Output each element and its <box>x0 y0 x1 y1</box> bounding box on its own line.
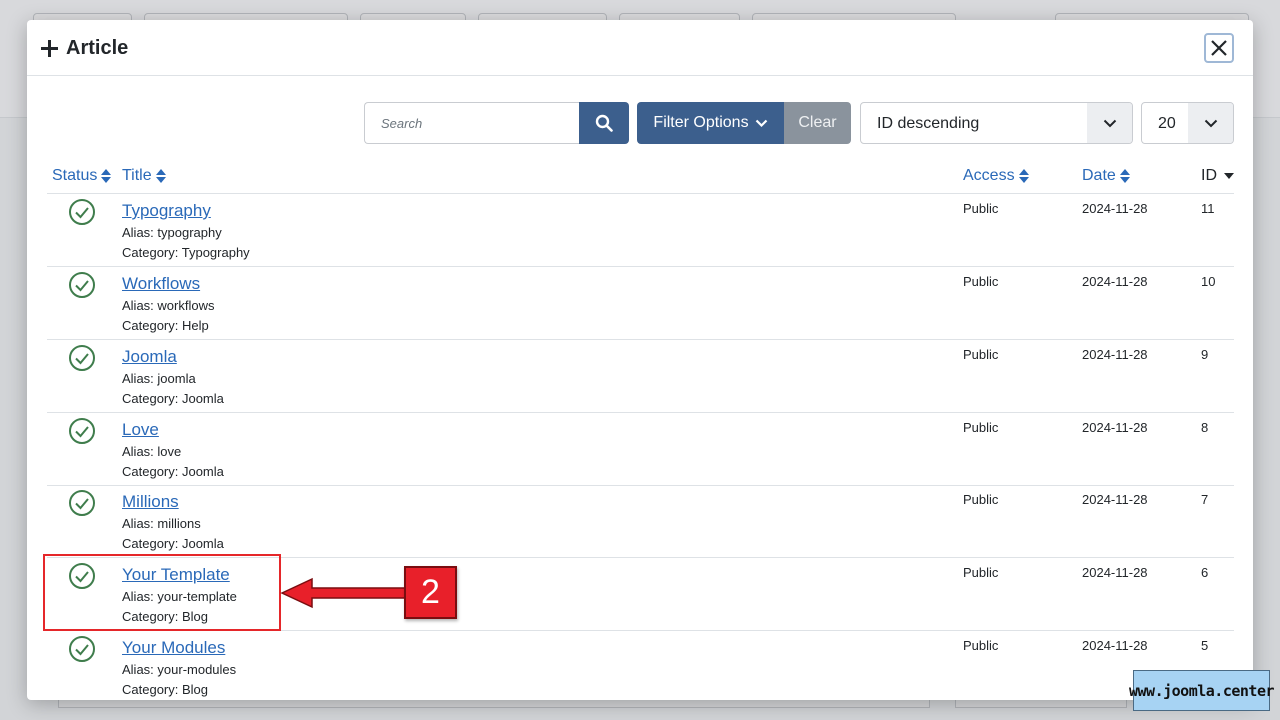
table-row: Love Alias: love Category: Joomla Public… <box>47 413 1234 486</box>
search-button[interactable] <box>579 102 629 144</box>
article-category: Category: Help <box>122 318 209 333</box>
article-access: Public <box>963 638 999 653</box>
article-title-link[interactable]: Love <box>122 420 159 440</box>
article-category: Category: Joomla <box>122 536 224 551</box>
article-id: 9 <box>1201 347 1209 362</box>
article-alias: Alias: joomla <box>122 371 196 386</box>
column-header-status-label: Status <box>52 167 98 184</box>
sort-select[interactable]: ID descending <box>860 102 1133 144</box>
watermark-logo: www.joomla.center <box>1129 670 1275 711</box>
article-alias: Alias: love <box>122 444 182 459</box>
column-header-date[interactable]: Date <box>1082 167 1130 185</box>
chevron-down-icon <box>755 119 767 127</box>
article-access: Public <box>963 420 999 435</box>
modal-header: Article <box>27 20 1253 76</box>
sort-select-arrow <box>1087 103 1132 143</box>
column-header-date-label: Date <box>1082 167 1116 184</box>
modal-title: Article <box>41 35 128 61</box>
plus-icon <box>41 39 58 57</box>
article-category: Category: Joomla <box>122 464 224 479</box>
published-check-icon[interactable] <box>68 635 96 663</box>
search-icon <box>595 114 613 132</box>
article-title-link[interactable]: Millions <box>122 492 179 512</box>
published-check-icon[interactable] <box>68 489 96 517</box>
modal-title-text: Article <box>66 36 129 59</box>
sort-icon <box>1119 169 1130 183</box>
table-row: Joomla Alias: joomla Category: Joomla Pu… <box>47 340 1234 413</box>
search-group <box>364 102 629 144</box>
clear-button[interactable]: Clear <box>784 102 851 144</box>
annotation-arrow-icon <box>280 577 407 609</box>
article-access: Public <box>963 201 999 216</box>
sort-icon <box>1018 169 1029 183</box>
published-check-icon[interactable] <box>68 417 96 445</box>
article-date: 2024-11-28 <box>1082 274 1148 289</box>
article-id: 11 <box>1201 201 1215 216</box>
table-row: Your Modules Alias: your-modules Categor… <box>47 631 1234 700</box>
table-row: Millions Alias: millions Category: Jooml… <box>47 485 1234 558</box>
article-id: 10 <box>1201 274 1216 289</box>
column-header-access[interactable]: Access <box>963 167 1029 185</box>
caret-down-icon <box>1224 173 1234 179</box>
limit-select-arrow <box>1188 103 1233 143</box>
column-header-title-label: Title <box>122 167 152 184</box>
annotation-highlight-box <box>43 554 281 631</box>
table-row: Typography Alias: typography Category: T… <box>47 194 1234 267</box>
article-access: Public <box>963 565 999 580</box>
filter-options-label: Filter Options <box>653 114 749 131</box>
article-category: Category: Typography <box>122 245 250 260</box>
article-access: Public <box>963 347 999 362</box>
column-header-access-label: Access <box>963 167 1015 184</box>
limit-select-value: 20 <box>1158 115 1176 132</box>
filter-options-button[interactable]: Filter Options <box>637 102 784 144</box>
article-date: 2024-11-28 <box>1082 638 1148 653</box>
published-check-icon[interactable] <box>68 344 96 372</box>
sort-icon <box>101 169 112 183</box>
article-id: 5 <box>1201 638 1209 653</box>
article-access: Public <box>963 274 999 289</box>
article-date: 2024-11-28 <box>1082 347 1148 362</box>
column-header-id[interactable]: ID <box>1201 167 1234 185</box>
column-header-status[interactable]: Status <box>52 167 112 185</box>
close-button[interactable] <box>1204 33 1234 63</box>
chevron-down-icon <box>1204 119 1217 127</box>
column-header-id-label: ID <box>1201 167 1217 184</box>
published-check-icon[interactable] <box>68 198 96 226</box>
chevron-down-icon <box>1103 119 1116 127</box>
article-alias: Alias: typography <box>122 225 222 240</box>
annotation-step-badge: 2 <box>404 566 457 619</box>
article-title-link[interactable]: Joomla <box>122 347 177 367</box>
article-id: 6 <box>1201 565 1209 580</box>
table-row: Workflows Alias: workflows Category: Hel… <box>47 267 1234 340</box>
sort-select-value: ID descending <box>877 115 980 132</box>
article-alias: Alias: your-modules <box>122 662 237 677</box>
article-title-link[interactable]: Workflows <box>122 274 200 294</box>
article-category: Category: Joomla <box>122 391 224 406</box>
article-id: 8 <box>1201 420 1209 435</box>
article-alias: Alias: millions <box>122 516 201 531</box>
close-icon <box>1211 40 1227 56</box>
article-date: 2024-11-28 <box>1082 201 1148 216</box>
article-access: Public <box>963 492 999 507</box>
limit-select[interactable]: 20 <box>1141 102 1234 144</box>
search-input[interactable] <box>364 102 580 144</box>
article-id: 7 <box>1201 492 1209 507</box>
article-title-link[interactable]: Typography <box>122 201 211 221</box>
article-alias: Alias: workflows <box>122 298 215 313</box>
sort-icon <box>155 169 166 183</box>
table-header: Status Title Access Date ID <box>47 157 1234 194</box>
article-title-link[interactable]: Your Modules <box>122 638 225 658</box>
article-date: 2024-11-28 <box>1082 492 1148 507</box>
column-header-title[interactable]: Title <box>122 167 166 185</box>
article-category: Category: Blog <box>122 682 208 697</box>
published-check-icon[interactable] <box>68 271 96 299</box>
article-date: 2024-11-28 <box>1082 420 1148 435</box>
article-date: 2024-11-28 <box>1082 565 1148 580</box>
